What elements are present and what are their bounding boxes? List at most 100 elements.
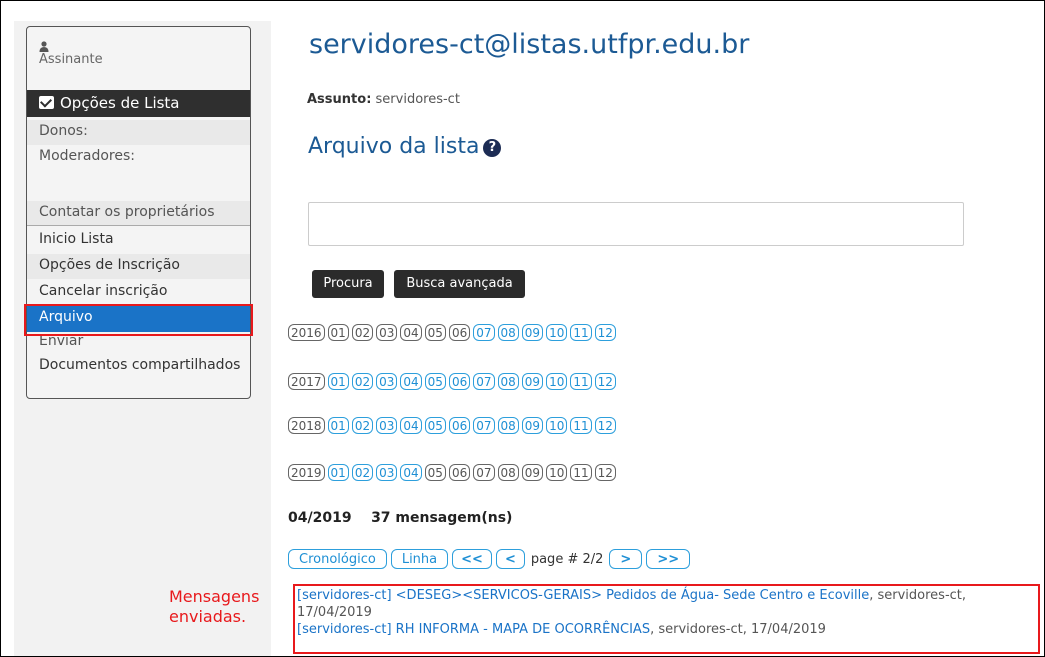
highlight-box-arquivo: [24, 304, 253, 336]
chronological-button[interactable]: Cronológico: [288, 549, 387, 569]
page-frame: Assinante Opções de Lista Donos: Moderad…: [0, 0, 1045, 657]
month-chip[interactable]: 11: [570, 417, 592, 434]
month-chip[interactable]: 10: [546, 324, 568, 341]
month-chip[interactable]: 08: [497, 324, 519, 341]
month-chip[interactable]: 10: [546, 417, 568, 434]
month-chip[interactable]: 08: [497, 417, 519, 434]
month-chip[interactable]: 02: [351, 417, 374, 434]
message-subject-link[interactable]: [servidores-ct] RH INFORMA - MAPA DE OCO…: [297, 622, 650, 637]
month-chip[interactable]: 03: [376, 464, 398, 481]
month-chip: 05: [424, 324, 446, 341]
user-block: Assinante: [39, 41, 103, 67]
archive-title: Arquivo da lista: [308, 134, 480, 159]
month-chip[interactable]: 05: [424, 417, 446, 434]
thread-button[interactable]: Linha: [390, 549, 449, 569]
year-row-2016: 2016 01 02 03 04 05 06 07 08 09 10 11 12: [288, 324, 616, 342]
month-chip[interactable]: 09: [521, 373, 544, 390]
moderators-label: Moderadores:: [39, 148, 136, 164]
month-chip[interactable]: 01: [327, 417, 349, 434]
annotation-label: Mensagens enviadas.: [169, 587, 259, 627]
month-chip: 06: [448, 324, 471, 341]
message-list: [servidores-ct] <DESEG><SERVICOS-GERAIS>…: [297, 587, 1037, 638]
envelope-icon: [39, 96, 54, 109]
month-chip[interactable]: 12: [594, 417, 616, 434]
sidebar-item-cancelar-inscricao[interactable]: Cancelar inscrição: [27, 280, 250, 305]
annotation-line-2: enviadas.: [169, 607, 247, 626]
search-button[interactable]: Procura: [312, 270, 384, 298]
month-chip[interactable]: 11: [570, 373, 592, 390]
month-chip: 11: [570, 464, 592, 481]
month-chip[interactable]: 12: [594, 324, 616, 341]
sidebar-item-opcoes-inscricao[interactable]: Opções de Inscrição: [27, 254, 250, 279]
sidebar: Assinante Opções de Lista Donos: Moderad…: [26, 26, 251, 399]
month-chip[interactable]: 12: [594, 373, 616, 390]
search-input[interactable]: [308, 202, 964, 246]
next-page-button[interactable]: >: [609, 549, 643, 569]
list-item: [servidores-ct] <DESEG><SERVICOS-GERAIS>…: [297, 587, 1037, 621]
year-row-2017: 2017 01 02 03 04 05 06 07 08 09 10 11 12: [288, 373, 616, 391]
year-chip: 2016: [288, 324, 325, 341]
pager: Cronológico Linha << < page # 2/2 > >>: [288, 549, 691, 569]
month-chip[interactable]: 07: [473, 373, 495, 390]
contact-owners-link[interactable]: Contatar os proprietários: [27, 201, 250, 226]
section-title: Arquivo da lista?: [308, 134, 502, 159]
page-indicator: page # 2/2: [530, 551, 604, 567]
year-row-2019: 2019 01 02 03 04 05 06 07 08 09 10 11 12: [288, 464, 616, 482]
message-subject-link[interactable]: [servidores-ct] <DESEG><SERVICOS-GERAIS>…: [297, 588, 869, 603]
month-chip[interactable]: 02: [351, 464, 374, 481]
month-chip: 07: [473, 464, 495, 481]
month-chip[interactable]: 10: [546, 373, 568, 390]
year-chip: 2019: [288, 464, 325, 481]
advanced-search-button[interactable]: Busca avançada: [394, 270, 525, 298]
month-chip: 10: [546, 464, 568, 481]
annotation-line-1: Mensagens: [169, 587, 260, 606]
month-chip[interactable]: 05: [424, 373, 446, 390]
month-chip: 06: [448, 464, 471, 481]
month-chip[interactable]: 08: [497, 373, 519, 390]
subject-label: Assunto:: [307, 92, 372, 107]
month-chip[interactable]: 07: [473, 417, 495, 434]
list-subject: Assunto: servidores-ct: [307, 92, 460, 107]
current-month: 04/2019: [288, 510, 352, 526]
page-title: servidores-ct@listas.utfpr.edu.br: [309, 29, 750, 60]
month-chip[interactable]: 03: [376, 373, 398, 390]
menu-header: Opções de Lista: [27, 90, 250, 117]
prev-page-button[interactable]: <: [495, 549, 525, 569]
month-chip: 05: [424, 464, 446, 481]
month-chip[interactable]: 06: [448, 417, 471, 434]
month-chip[interactable]: 02: [351, 373, 374, 390]
month-chip: 03: [376, 324, 398, 341]
message-count: 37 mensagem(ns): [371, 510, 513, 526]
year-chip: 2017: [288, 373, 325, 390]
subject-value: servidores-ct: [375, 92, 460, 107]
month-chip[interactable]: 04: [400, 464, 422, 481]
month-chip[interactable]: 01: [327, 464, 349, 481]
month-chip[interactable]: 11: [570, 324, 592, 341]
month-chip: 04: [400, 324, 422, 341]
month-chip[interactable]: 03: [376, 417, 398, 434]
month-chip: 01: [327, 324, 349, 341]
list-item: [servidores-ct] RH INFORMA - MAPA DE OCO…: [297, 621, 1037, 638]
month-chip: 09: [521, 464, 544, 481]
owners-label: Donos:: [27, 120, 250, 145]
month-chip[interactable]: 04: [400, 417, 422, 434]
year-chip: 2018: [288, 417, 325, 434]
archive-summary: 04/2019 37 mensagem(ns): [288, 510, 512, 526]
help-icon[interactable]: ?: [483, 139, 502, 157]
month-chip: 02: [351, 324, 374, 341]
month-chip[interactable]: 09: [521, 324, 544, 341]
first-page-button[interactable]: <<: [452, 549, 492, 569]
month-chip[interactable]: 09: [521, 417, 544, 434]
menu-title: Opções de Lista: [60, 94, 180, 112]
month-chip[interactable]: 01: [327, 373, 349, 390]
user-role: Assinante: [39, 52, 103, 67]
sidebar-item-documentos[interactable]: Documentos compartilhados: [27, 354, 250, 379]
message-meta: , servidores-ct, 17/04/2019: [650, 622, 826, 637]
month-chip: 08: [497, 464, 519, 481]
month-chip[interactable]: 06: [448, 373, 471, 390]
sidebar-item-inicio-lista[interactable]: Inicio Lista: [27, 228, 250, 253]
month-chip[interactable]: 04: [400, 373, 422, 390]
year-row-2018: 2018 01 02 03 04 05 06 07 08 09 10 11 12: [288, 417, 616, 435]
month-chip[interactable]: 07: [473, 324, 495, 341]
last-page-button[interactable]: >>: [646, 549, 691, 569]
